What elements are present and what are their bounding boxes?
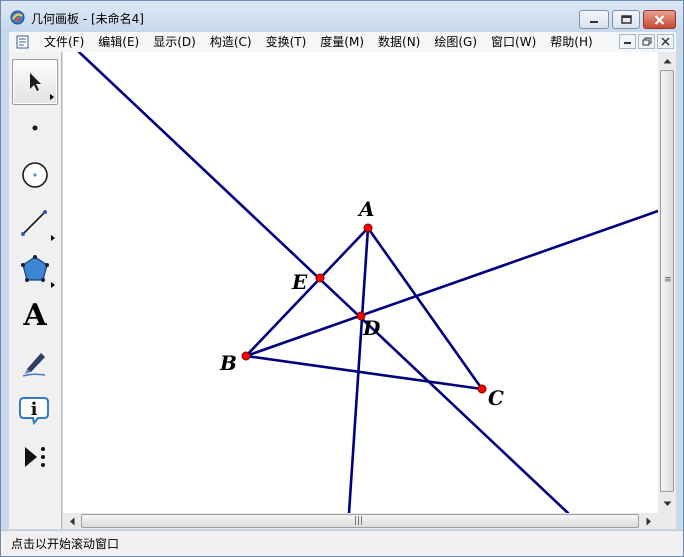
menu-bar: 文件(F) 编辑(E) 显示(D) 构造(C) 变换(T) 度量(M) 数据(N…: [9, 32, 676, 52]
doc-restore-button[interactable]: [638, 34, 655, 49]
scroll-corner: [658, 513, 676, 529]
scroll-right-button[interactable]: [640, 513, 658, 529]
point-tool[interactable]: [12, 105, 58, 151]
restore-icon: [642, 37, 651, 46]
scroll-left-button[interactable]: [63, 513, 81, 529]
sketch-svg[interactable]: A B C D E: [63, 52, 658, 513]
label-d[interactable]: D: [362, 316, 381, 340]
arrow-icon: [30, 73, 41, 91]
close-icon: [654, 14, 665, 25]
status-bar: 点击以开始滚动窗口: [1, 530, 683, 556]
segment-ac[interactable]: [366, 226, 484, 391]
menu-file[interactable]: 文件(F): [37, 32, 91, 52]
window-title: 几何画板 - [未命名4]: [31, 12, 144, 26]
minimize-button[interactable]: [579, 10, 609, 29]
chevron-left-icon: [70, 517, 75, 525]
menu-transform[interactable]: 变换(T): [259, 32, 314, 52]
menu-display[interactable]: 显示(D): [146, 32, 203, 52]
app-logo-icon: [10, 10, 25, 25]
horizontal-scroll-thumb[interactable]: |||: [81, 514, 639, 528]
restore-icon: [620, 15, 632, 24]
sketch-canvas[interactable]: A B C D E: [63, 52, 658, 513]
vertical-scroll-thumb[interactable]: ≡: [660, 70, 674, 492]
point-e[interactable]: [315, 273, 325, 283]
ray-from-b[interactable]: [244, 209, 658, 358]
segment-bc[interactable]: [244, 354, 484, 391]
menu-measure[interactable]: 度量(M): [313, 32, 371, 52]
text-tool[interactable]: A: [12, 293, 58, 339]
chevron-up-icon: [663, 59, 671, 64]
menu-window[interactable]: 窗口(W): [484, 32, 543, 52]
maximize-button[interactable]: [612, 10, 640, 29]
custom-tool-icon: [25, 447, 45, 467]
point-a[interactable]: [363, 223, 373, 233]
status-text: 点击以开始滚动窗口: [11, 537, 120, 551]
polygon-tool[interactable]: [12, 246, 58, 292]
horizontal-scrollbar[interactable]: |||: [63, 513, 658, 529]
chevron-down-icon: [663, 501, 671, 506]
point-c[interactable]: [477, 384, 487, 394]
minimize-icon: [624, 42, 631, 44]
marker-icon: [22, 353, 46, 377]
grip-icon: |||: [354, 516, 364, 526]
info-icon: i: [19, 397, 49, 426]
title-bar[interactable]: 几何画板 - [未命名4]: [1, 1, 683, 33]
submenu-arrow-icon: [51, 282, 55, 288]
polygon-icon: [21, 255, 49, 282]
app-window: 几何画板 - [未命名4] 文件(F) 编辑(E) 显示(D) 构造(C) 变换…: [0, 0, 684, 557]
point-b[interactable]: [241, 351, 251, 361]
scroll-down-button[interactable]: [658, 495, 676, 513]
menu-help[interactable]: 帮助(H): [543, 32, 599, 52]
label-a[interactable]: A: [357, 197, 375, 221]
label-b[interactable]: B: [219, 351, 237, 375]
doc-minimize-button[interactable]: [619, 34, 636, 49]
label-c[interactable]: C: [488, 386, 504, 410]
scroll-up-button[interactable]: [658, 52, 676, 70]
custom-tool[interactable]: [12, 434, 58, 480]
circle-icon: [22, 162, 48, 188]
text-a-icon: A: [23, 298, 47, 333]
line-through-e-d[interactable]: [77, 52, 570, 513]
compass-tool[interactable]: [12, 152, 58, 198]
menu-construct[interactable]: 构造(C): [203, 32, 259, 52]
arrow-tool[interactable]: [12, 59, 58, 105]
doc-close-button[interactable]: [657, 34, 674, 49]
document-icon[interactable]: [15, 34, 31, 50]
label-e[interactable]: E: [291, 270, 308, 294]
straightedge-tool[interactable]: [12, 199, 58, 245]
submenu-arrow-icon: [51, 235, 55, 241]
grip-icon: ≡: [664, 275, 672, 285]
line-icon: [21, 210, 47, 236]
menu-graph[interactable]: 绘图(G): [427, 32, 484, 52]
menu-edit[interactable]: 编辑(E): [91, 32, 146, 52]
marker-tool[interactable]: [12, 340, 58, 386]
chevron-right-icon: [646, 517, 651, 525]
info-icon-letter: i: [31, 399, 38, 420]
menu-data[interactable]: 数据(N): [371, 32, 427, 52]
submenu-arrow-icon: [50, 94, 54, 100]
vertical-scrollbar[interactable]: ≡: [658, 52, 676, 513]
point-icon: [32, 125, 38, 131]
information-tool[interactable]: i: [12, 387, 58, 433]
toolbox: A i: [9, 52, 62, 529]
close-button[interactable]: [643, 10, 676, 29]
minimize-icon: [590, 20, 598, 23]
close-icon: [661, 37, 670, 46]
